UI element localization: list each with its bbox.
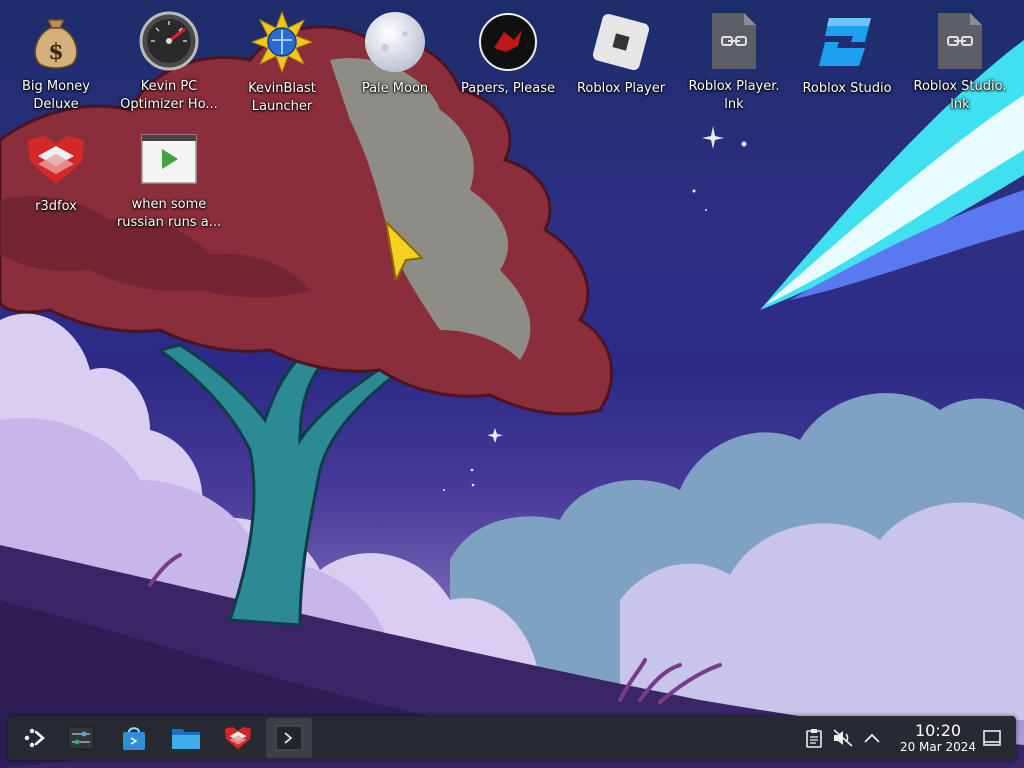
taskbar-discover-store[interactable] bbox=[111, 718, 157, 758]
desktop-icon-label: Papers, Please bbox=[460, 81, 556, 96]
video-file-icon bbox=[137, 128, 201, 190]
terminal-icon bbox=[275, 725, 303, 751]
link-file-icon bbox=[702, 10, 766, 72]
taskbar: 10:20 20 Mar 2024 bbox=[8, 716, 1016, 760]
papers-please-icon bbox=[476, 10, 540, 74]
money-bag-icon: $ bbox=[24, 10, 88, 72]
desktop-icon-label: KevinBlast Launcher bbox=[248, 81, 316, 114]
roblox-icon bbox=[589, 10, 653, 74]
r3dfox-icon bbox=[225, 726, 251, 750]
moon-icon bbox=[363, 10, 427, 74]
folder-icon bbox=[172, 729, 200, 749]
taskbar-system-settings[interactable] bbox=[58, 718, 104, 758]
chevron-up-icon bbox=[864, 733, 880, 743]
clock-date[interactable]: 20 Mar 2024 bbox=[888, 740, 988, 755]
roblox-studio-icon bbox=[815, 10, 879, 74]
desktop-icon-pale-moon[interactable]: Pale Moon bbox=[339, 4, 451, 114]
desktop-icon-label: Kevin PC Optimizer Ho... bbox=[120, 79, 218, 112]
desktop-icon-papers-please[interactable]: Papers, Please bbox=[452, 4, 564, 114]
desktop-icon-kevin-pc-optimizer[interactable]: Kevin PC Optimizer Ho... bbox=[113, 4, 225, 114]
store-bag-icon bbox=[123, 727, 145, 750]
clipboard-icon bbox=[806, 729, 822, 748]
mouse-cursor bbox=[385, 221, 423, 281]
desktop-icon-label: Roblox Studio. lnk bbox=[913, 79, 1007, 112]
link-file-icon bbox=[928, 10, 992, 72]
show-desktop-button[interactable] bbox=[980, 726, 1004, 750]
kde-launcher-icon bbox=[24, 728, 45, 748]
desktop[interactable]: $ Big Money Deluxe Kevin PC Optimizer Ho… bbox=[0, 0, 1024, 768]
settings-sliders-icon bbox=[67, 726, 95, 750]
clock-time[interactable]: 10:20 bbox=[888, 722, 988, 740]
taskbar-application-launcher[interactable] bbox=[12, 718, 58, 758]
desktop-icon-roblox-player[interactable]: Roblox Player bbox=[565, 4, 677, 114]
desktop-icon-video-file[interactable]: when some russian runs a... bbox=[113, 122, 225, 232]
taskbar-dolphin-file-manager[interactable] bbox=[163, 718, 209, 758]
volume-muted-icon bbox=[833, 729, 853, 747]
show-desktop-icon bbox=[983, 730, 1001, 746]
desktop-icon-kevinblast-launcher[interactable]: KevinBlast Launcher bbox=[226, 4, 338, 114]
starburst-globe-icon bbox=[250, 10, 314, 74]
wallpaper bbox=[0, 25, 1024, 768]
svg-text:$: $ bbox=[48, 39, 63, 65]
taskbar-r3dfox-browser[interactable] bbox=[215, 718, 261, 758]
desktop-icon-label: r3dfox bbox=[35, 199, 77, 214]
desktop-icon-roblox-studio[interactable]: Roblox Studio bbox=[791, 4, 903, 114]
desktop-icon-label: Roblox Studio bbox=[802, 81, 892, 96]
desktop-icon-label: Pale Moon bbox=[361, 81, 429, 96]
desktop-icon-label: Big Money Deluxe bbox=[21, 79, 90, 112]
desktop-icon-label: Roblox Player. lnk bbox=[688, 79, 780, 112]
tray-expand[interactable] bbox=[860, 726, 884, 750]
desktop-icon-label: when some russian runs a... bbox=[116, 197, 222, 230]
speedometer-icon bbox=[137, 10, 201, 72]
taskbar-konsole-terminal[interactable] bbox=[266, 718, 312, 758]
desktop-icon-label: Roblox Player bbox=[576, 81, 666, 96]
tray-volume[interactable] bbox=[831, 726, 855, 750]
r3dfox-icon bbox=[24, 128, 88, 192]
desktop-icon-roblox-player-lnk[interactable]: Roblox Player. lnk bbox=[678, 4, 790, 114]
desktop-icon-r3dfox[interactable]: r3dfox bbox=[0, 122, 112, 232]
desktop-icon-big-money-deluxe[interactable]: $ Big Money Deluxe bbox=[0, 4, 112, 114]
tray-clipboard[interactable] bbox=[802, 726, 826, 750]
desktop-icon-roblox-studio-lnk[interactable]: Roblox Studio. lnk bbox=[904, 4, 1016, 114]
